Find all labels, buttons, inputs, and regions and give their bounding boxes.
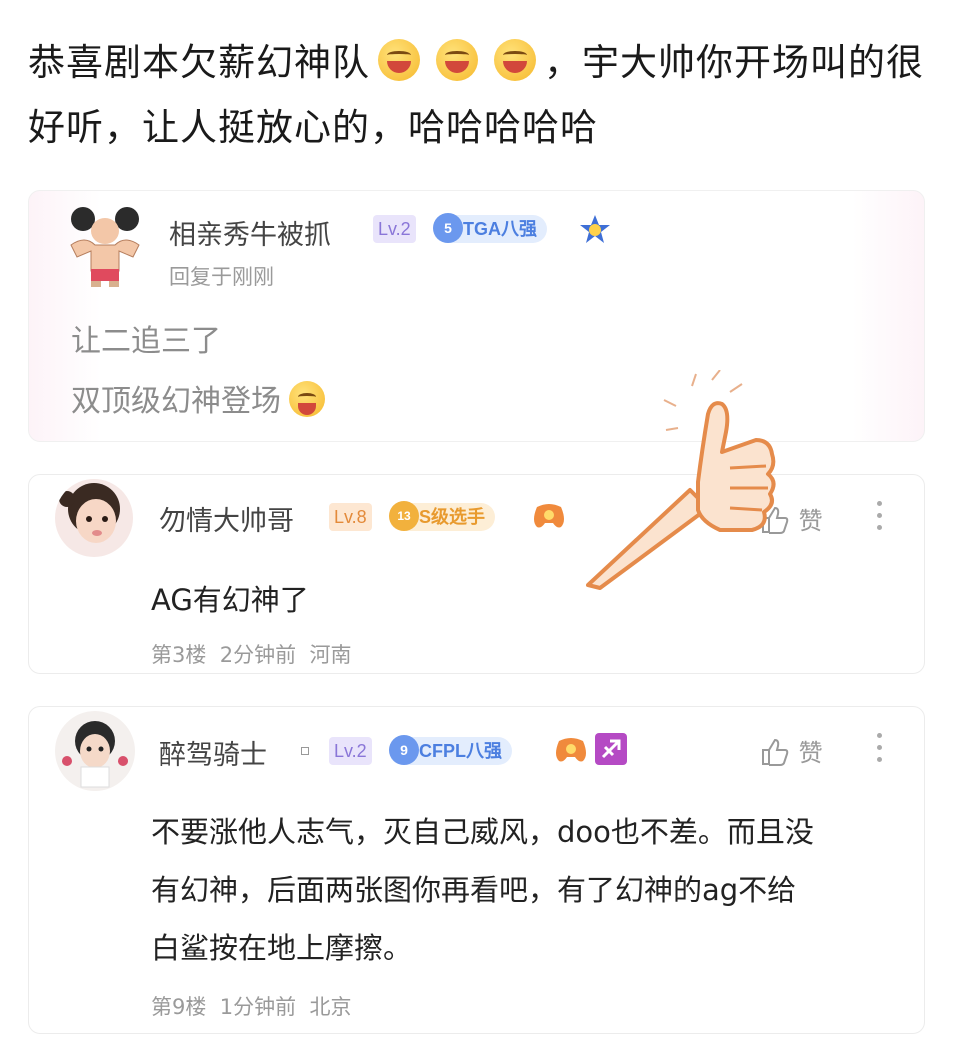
comment-card[interactable]: 醉驾骑士 Lv.2 9 CFPL八强 赞 不要涨他人志气，灭自己威风，doo也不… [28,706,925,1034]
comment-card[interactable]: 勿情大帅哥 Lv.8 13 S级选手 赞 AG有幻神了 第3楼 2分钟前 河南 [28,474,925,674]
reply-line-1: 让二追三了 [71,324,221,359]
rank-badge: 9 CFPL八强 [389,735,512,765]
avatar[interactable] [55,711,135,791]
rank-badge: 5 TGA八强 [433,213,547,243]
rank-badge: 13 S级选手 [389,501,496,531]
gamepad-icon [531,501,567,535]
comment-body-line-2: 有幻神，后面两张图你再看吧，有了幻神的ag不给 [151,873,797,907]
comment-meta: 第9楼 1分钟前 北京 [151,991,351,1021]
floor-number: 第3楼 [151,643,207,667]
comment-body-line-1: 不要涨他人志气，灭自己威风，doo也不差。而且没 [151,815,814,849]
laughing-emoji-icon [378,39,420,81]
level-badge: Lv.2 [373,215,416,243]
floor-number: 第9楼 [151,995,207,1019]
comment-body: 不要涨他人志气，灭自己威风，doo也不差。而且没 有幻神，后面两张图你再看吧，有… [151,803,911,977]
comment-location: 北京 [309,995,352,1019]
post-text: 恭喜剧本欠薪幻神队 ，宇大帅你开场叫的很好听，让人挺放心的，哈哈哈哈哈 [28,30,938,160]
avatar[interactable] [55,479,133,557]
smile-emoji-icon [289,381,325,417]
rank-gem-icon: 13 [389,501,419,531]
comment-meta: 第3楼 2分钟前 河南 [151,639,351,669]
gamepad-icon [553,735,589,769]
more-options-icon[interactable] [877,733,883,769]
thumbs-up-icon [762,738,789,766]
username[interactable]: 相亲秀牛被抓 [169,213,331,252]
quoted-reply-card[interactable]: 相亲秀牛被抓 Lv.2 5 TGA八强 回复于刚刚 让二追三了 双顶级幻神登场 [28,190,925,442]
laughing-emoji-icon [494,39,536,81]
thumbs-up-icon [762,506,789,534]
laughing-emoji-icon [436,39,478,81]
comment-time: 1分钟前 [219,995,297,1019]
star-rank-icon [579,213,611,249]
comment-time: 2分钟前 [219,643,297,667]
avatar[interactable] [63,205,147,289]
comment-location: 河南 [309,643,352,667]
comment-body: AG有幻神了 [151,583,309,617]
rank-gem-icon: 5 [433,213,463,243]
more-options-icon[interactable] [877,501,883,537]
rank-label: S级选手 [419,507,486,527]
reply-line-2-text: 双顶级幻神登场 [71,384,281,419]
rank-label: CFPL八强 [419,741,502,761]
zodiac-sagittarius-icon [595,733,627,765]
rank-gem-icon: 9 [389,735,419,765]
post-text-part1: 恭喜剧本欠薪幻神队 [28,41,370,84]
reply-time: 回复于刚刚 [169,265,274,289]
like-label: 赞 [798,507,823,535]
like-button[interactable]: 赞 [759,733,823,768]
square-icon [301,747,309,755]
like-button[interactable]: 赞 [759,501,823,536]
level-badge: Lv.8 [329,503,372,531]
reply-line-2: 双顶级幻神登场 [71,373,333,431]
level-badge: Lv.2 [329,737,372,765]
like-label: 赞 [798,739,823,767]
username[interactable]: 勿情大帅哥 [159,499,294,538]
rank-label: TGA八强 [463,219,537,239]
username[interactable]: 醉驾骑士 [159,733,267,772]
comment-body-line-3: 白鲨按在地上摩擦。 [151,931,413,965]
